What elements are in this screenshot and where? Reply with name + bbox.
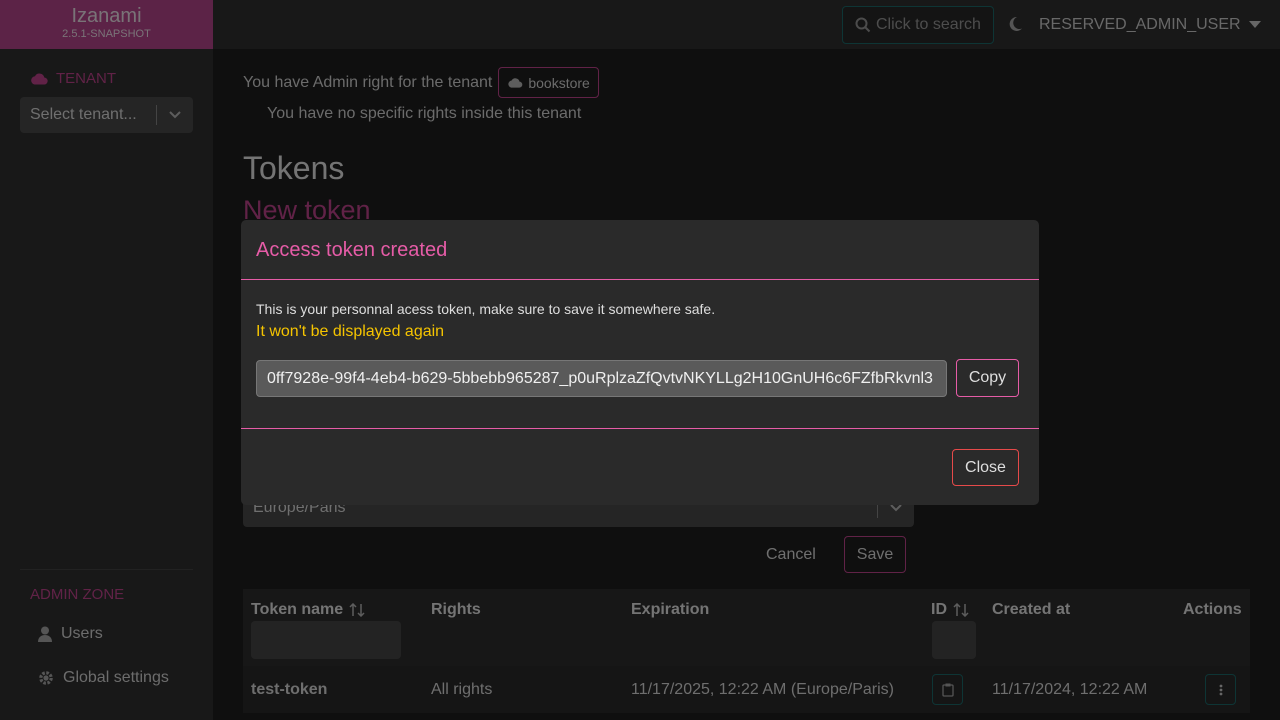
token-value-field[interactable] xyxy=(256,360,947,397)
close-button[interactable]: Close xyxy=(952,449,1019,486)
modal-title: Access token created xyxy=(256,239,448,261)
access-token-modal: Access token created This is your person… xyxy=(241,220,1039,505)
modal-footer-divider xyxy=(241,428,1039,429)
copy-button[interactable]: Copy xyxy=(956,359,1019,397)
modal-header-divider xyxy=(241,279,1039,280)
modal-message: This is your personnal acess token, make… xyxy=(256,301,716,317)
modal-warning: It won't be displayed again xyxy=(256,323,445,340)
